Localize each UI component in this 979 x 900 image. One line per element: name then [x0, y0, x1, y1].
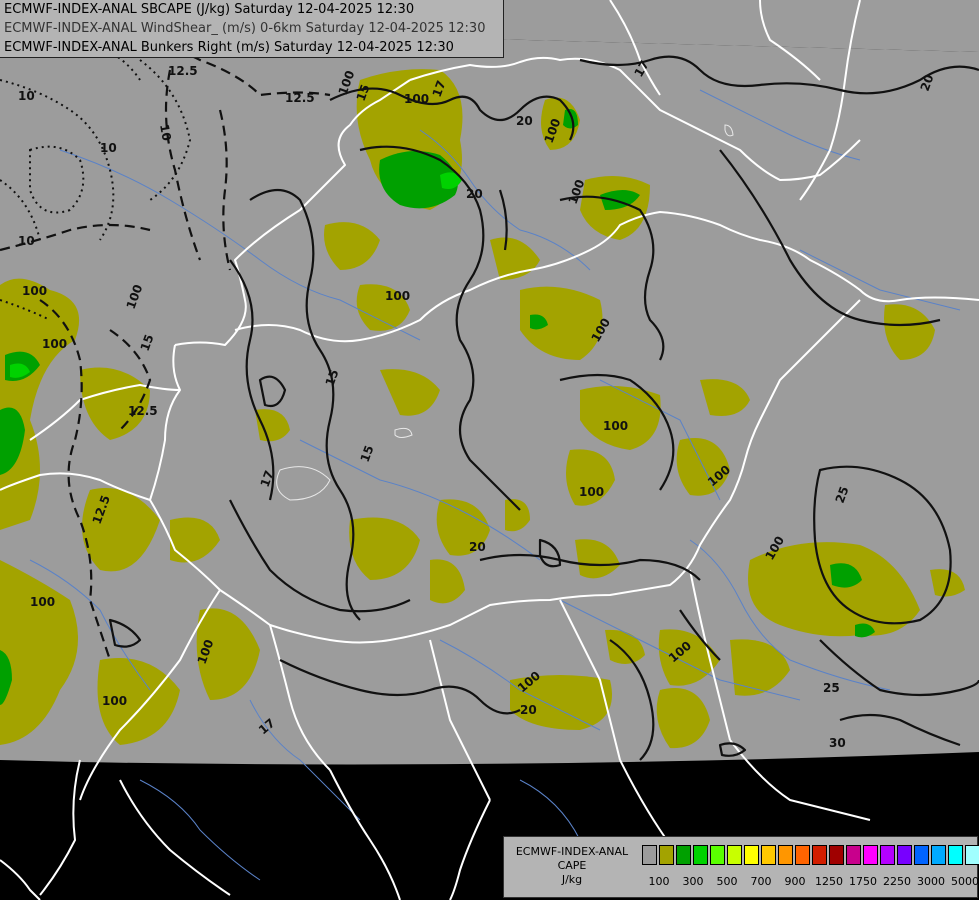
legend-tick-label: 1250 [815, 875, 843, 888]
contour-label: 10 [18, 234, 35, 248]
contour-label: 20 [469, 540, 486, 554]
contour-label: 12.5 [128, 404, 158, 418]
legend-swatch [659, 845, 674, 865]
legend-swatches [642, 845, 979, 865]
legend-tick-label: 3000 [917, 875, 945, 888]
contour-label: 10 [157, 123, 174, 142]
legend-title-unit: J/kg [561, 873, 583, 886]
legend-tick-label: 300 [682, 875, 704, 888]
contour-label: 20 [516, 114, 533, 128]
contour-label: 20 [520, 703, 537, 717]
legend-swatch [642, 845, 657, 865]
legend-swatch [812, 845, 827, 865]
legend-swatch [863, 845, 878, 865]
legend-swatch [761, 845, 776, 865]
legend-swatch [727, 845, 742, 865]
legend-swatch [880, 845, 895, 865]
contour-label: 30 [829, 736, 846, 750]
legend-tick-labels: 100 300 500 700 900 1250 1750 2250 3000 5000 [642, 875, 979, 889]
legend-swatch [846, 845, 861, 865]
header-line-bunkers: ECMWF-INDEX-ANAL Bunkers Right (m/s) Sat… [4, 40, 454, 55]
legend-swatch [710, 845, 725, 865]
contour-label: 25 [823, 681, 840, 695]
contour-label: 100 [30, 595, 55, 609]
contour-label: 100 [385, 289, 410, 303]
contour-label: 100 [22, 284, 47, 298]
legend-swatch [795, 845, 810, 865]
header-line-windshear: ECMWF-INDEX-ANAL WindShear_ (m/s) 0-6km … [4, 21, 486, 36]
legend-tick-label: 700 [750, 875, 772, 888]
legend-title-model: ECMWF-INDEX-ANAL [515, 845, 629, 858]
legend-tick-label: 900 [784, 875, 806, 888]
legend-swatch [744, 845, 759, 865]
contour-label: 100 [579, 485, 604, 499]
legend-swatch [778, 845, 793, 865]
legend-swatch [965, 845, 979, 865]
legend-swatch [914, 845, 929, 865]
weather-map: 12.512.51010101015 1720201001001001001001… [0, 0, 979, 900]
contour-label: 100 [603, 419, 628, 433]
legend-tick-label: 100 [648, 875, 670, 888]
legend-tick-label: 500 [716, 875, 738, 888]
legend-title-variable: CAPE [557, 859, 587, 872]
legend-swatch [829, 845, 844, 865]
contour-label: 100 [42, 337, 67, 351]
contour-label: 12.5 [285, 91, 315, 105]
legend-tick-label: 2250 [883, 875, 911, 888]
map-header: ECMWF-INDEX-ANAL SBCAPE (J/kg) Saturday … [0, 0, 504, 58]
contour-label: 10 [100, 141, 117, 155]
contour-label: 12.5 [168, 64, 198, 78]
legend-swatch [897, 845, 912, 865]
contour-label: 100 [102, 694, 127, 708]
legend-swatch [948, 845, 963, 865]
legend-title: ECMWF-INDEX-ANAL CAPE J/kg [508, 845, 636, 887]
contour-label: 20 [466, 187, 483, 201]
cape-legend: ECMWF-INDEX-ANAL CAPE J/kg 100 300 500 700 9… [503, 836, 979, 898]
legend-tick-label: 1750 [849, 875, 877, 888]
contour-label: 100 [404, 92, 429, 106]
header-line-sbcape: ECMWF-INDEX-ANAL SBCAPE (J/kg) Saturday … [4, 2, 415, 17]
contour-label: 10 [18, 89, 35, 103]
legend-swatch [931, 845, 946, 865]
legend-swatch [676, 845, 691, 865]
legend-tick-label: 5000 [951, 875, 979, 888]
legend-swatch [693, 845, 708, 865]
